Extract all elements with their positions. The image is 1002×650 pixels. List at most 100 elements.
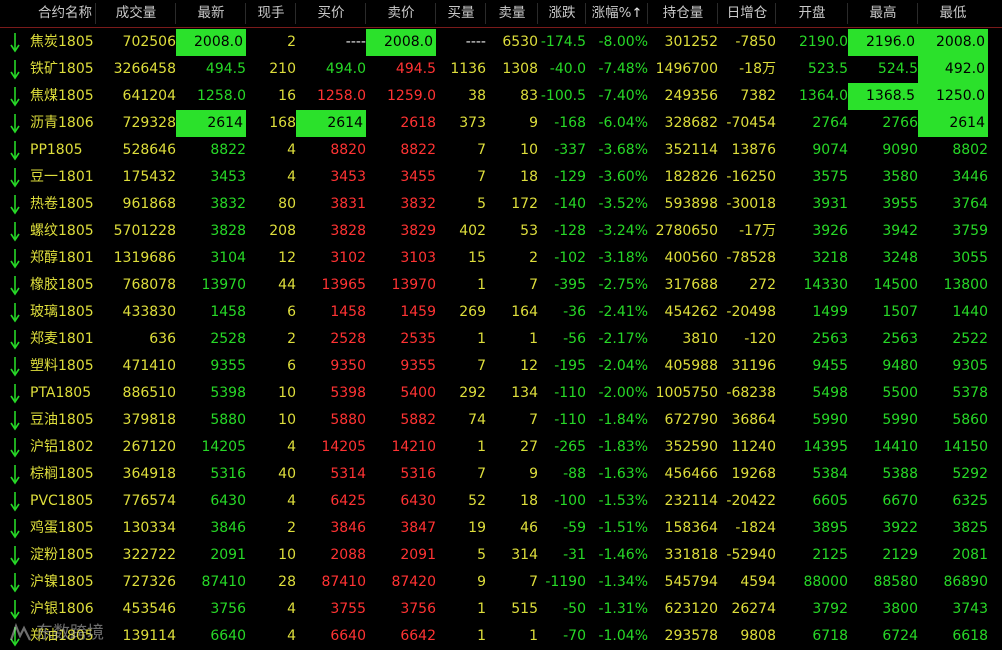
table-row[interactable]: 热卷1805 961868 3832 80 3831 3832 5 172 -140 -3.52%…	[0, 191, 1002, 218]
cell-hand: 16	[278, 88, 296, 104]
cell-bidv: 38	[468, 88, 486, 104]
table-row[interactable]: 郑油1805 139114 6640 4 6640 6642 1 1 -70 -1.04% 2935…	[0, 623, 1002, 650]
header-volume[interactable]: 成交量	[96, 0, 176, 27]
table-row[interactable]: 焦煤1805 641204 1258.0 16 1258.0 1259.0 38 83 -100…	[0, 83, 1002, 110]
cell-ask: 3847	[400, 520, 436, 536]
cell-hand: 12	[278, 250, 296, 266]
cell-open: 2764	[812, 115, 848, 131]
table-row[interactable]: 玻璃1805 433830 1458 6 1458 1459 269 164 -36 -2.41%…	[0, 299, 1002, 326]
table-row[interactable]: 郑醇1801 1319686 3104 12 3102 3103 15 2 -102 -3.18%…	[0, 245, 1002, 272]
cell-doi: 9808	[740, 628, 776, 644]
cell-ask: 2618	[400, 115, 436, 131]
cell-doi: 36864	[731, 412, 776, 428]
cell-open: 1364.0	[799, 88, 848, 104]
cell-name: 螺纹1805	[30, 223, 94, 239]
cell-low: 9305	[952, 358, 988, 374]
cell-chg: -129	[554, 169, 586, 185]
cell-low: 6325	[952, 493, 988, 509]
table-row[interactable]: 淀粉1805 322722 2091 10 2088 2091 5 314 -31 -1.46% 3…	[0, 542, 1002, 569]
header-change[interactable]: 涨跌	[538, 0, 586, 27]
cell-bid: 1458	[330, 304, 366, 320]
cell-doi: 19268	[731, 466, 776, 482]
header-bid-label: 买价	[317, 5, 345, 21]
cell-chg: -174.5	[540, 34, 586, 50]
header-bid[interactable]: 买价	[296, 0, 366, 27]
header-ask[interactable]: 卖价	[366, 0, 436, 27]
table-row[interactable]: 豆一1801 175432 3453 4 3453 3455 7 18 -129 -3.60% 18…	[0, 164, 1002, 191]
cell-chg: -265	[554, 439, 586, 455]
down-arrow-icon	[8, 517, 22, 540]
header-change-pct[interactable]: 涨幅%↑	[586, 0, 648, 27]
cell-last: 3756	[210, 601, 246, 617]
cell-oi: 1496700	[655, 61, 718, 77]
table-row[interactable]: 塑料1805 471410 9355 6 9350 9355 7 12 -195 -2.04% 40…	[0, 353, 1002, 380]
cell-ask: 5882	[400, 412, 436, 428]
cell-ask: 3103	[400, 250, 436, 266]
table-row[interactable]: PVC1805 776574 6430 4 6425 6430 52 18 -100 -1.53%…	[0, 488, 1002, 515]
table-row[interactable]: 沪镍1805 727326 87410 28 87410 87420 9 7 -1190 -1.3…	[0, 569, 1002, 596]
cell-askv: 2	[529, 250, 538, 266]
cell-last: 2528	[210, 331, 246, 347]
cell-ask: 5316	[400, 466, 436, 482]
table-row[interactable]: 沥青1806 729328 2614 168 2614 2618 373 9 -168 -6.04…	[0, 110, 1002, 137]
cell-bid: 8820	[330, 142, 366, 158]
cell-open: 14330	[803, 277, 848, 293]
table-row[interactable]: 铁矿1805 3266458 494.5 210 494.0 494.5 1136 1308-…	[0, 56, 1002, 83]
cell-open: 6718	[812, 628, 848, 644]
table-row[interactable]: 焦炭1805 702506 2008.0 2 ---- 2008.0 ---- 6530 -17…	[0, 29, 1002, 56]
cell-chg: -50	[563, 601, 586, 617]
header-open-interest[interactable]: 持仓量	[648, 0, 718, 27]
table-row[interactable]: 豆油1805 379818 5880 10 5880 5882 74 7 -110 -1.84% 6…	[0, 407, 1002, 434]
table-row[interactable]: 螺纹1805 5701228 3828 208 3828 3829 402 53 -128 -3.…	[0, 218, 1002, 245]
header-volume-label: 成交量	[115, 5, 157, 21]
header-open[interactable]: 开盘	[776, 0, 848, 27]
cell-bidv: 1	[477, 277, 486, 293]
header-oi-change[interactable]: 日增仓	[718, 0, 776, 27]
table-row[interactable]: 橡胶1805 768078 13970 44 13965 13970 1 7 -395 -2.75…	[0, 272, 1002, 299]
cell-bid: 2614	[296, 110, 366, 137]
table-row[interactable]: 鸡蛋1805 130334 3846 2 3846 3847 19 46 -59 -1.51% 15…	[0, 515, 1002, 542]
cell-high: 1368.5	[848, 83, 918, 110]
cell-low: 2008.0	[918, 29, 988, 56]
cell-vol: 379818	[122, 412, 176, 428]
header-hand-label: 现手	[257, 5, 285, 21]
cell-high: 3942	[882, 223, 918, 239]
table-row[interactable]: PP1805 528646 8822 4 8820 8822 7 10 -337 -3.68% 35…	[0, 137, 1002, 164]
cell-ask: 3829	[400, 223, 436, 239]
cell-ask: 13970	[391, 277, 436, 293]
cell-doi: -120	[744, 331, 776, 347]
down-arrow-icon	[8, 463, 22, 486]
cell-ask: 9355	[400, 358, 436, 374]
header-hand[interactable]: 现手	[246, 0, 296, 27]
cell-bid: 2528	[330, 331, 366, 347]
cell-doi: 11240	[731, 439, 776, 455]
header-high[interactable]: 最高	[848, 0, 918, 27]
table-row[interactable]: 沪铝1802 267120 14205 4 14205 14210 1 27 -265 -1.83…	[0, 434, 1002, 461]
cell-vol: 776574	[122, 493, 176, 509]
cell-oi: 352114	[664, 142, 718, 158]
table-row[interactable]: 沪银1806 453546 3756 4 3755 3756 1 515 -50 -1.31% 62…	[0, 596, 1002, 623]
cell-name: PVC1805	[30, 493, 94, 509]
table-row[interactable]: 郑麦1801 636 2528 2 2528 2535 1 1 -56 -2.17% 3810 -12…	[0, 326, 1002, 353]
header-ask-volume[interactable]: 卖量	[486, 0, 538, 27]
cell-name: 焦炭1805	[30, 34, 94, 50]
cell-name: 沥青1806	[30, 115, 94, 131]
header-last[interactable]: 最新	[176, 0, 246, 27]
cell-last: 5398	[210, 385, 246, 401]
cell-vol: 1319686	[113, 250, 176, 266]
cell-open: 3218	[812, 250, 848, 266]
table-row[interactable]: 棕榈1805 364918 5316 40 5314 5316 7 9 -88 -1.63% 456…	[0, 461, 1002, 488]
cell-hand: 40	[278, 466, 296, 482]
cell-bidv: 5	[477, 196, 486, 212]
header-low[interactable]: 最低	[918, 0, 988, 27]
cell-high: 524.5	[877, 61, 918, 77]
cell-pct: -2.00%	[598, 385, 648, 401]
table-row[interactable]: PTA1805 886510 5398 10 5398 5400 292 134 -110 -2.…	[0, 380, 1002, 407]
cell-last: 1258.0	[197, 88, 246, 104]
header-bid-volume[interactable]: 买量	[436, 0, 486, 27]
cell-oi: 331818	[664, 547, 718, 563]
cell-low: 2081	[952, 547, 988, 563]
cell-vol: 453546	[122, 601, 176, 617]
cell-vol: 5701228	[113, 223, 176, 239]
cell-low: 3759	[952, 223, 988, 239]
